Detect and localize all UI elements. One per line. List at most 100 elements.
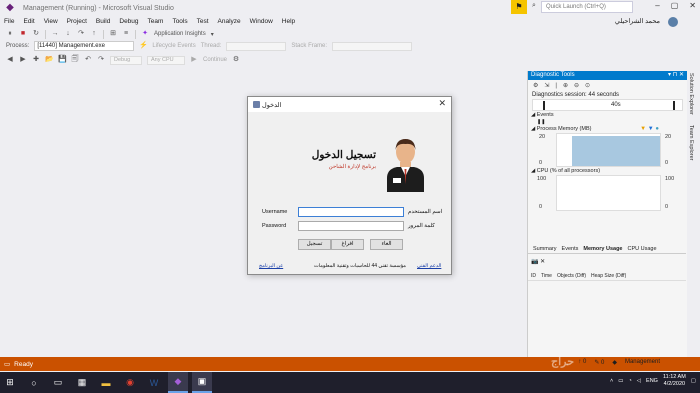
application-insights-button[interactable]: Application Insights bbox=[154, 31, 206, 37]
menu-edit[interactable]: Edit bbox=[23, 18, 34, 25]
threads-icon[interactable]: ≡ bbox=[122, 30, 130, 38]
column-id[interactable]: ID bbox=[531, 272, 536, 280]
browser-link-icon[interactable]: ⚙ bbox=[232, 56, 240, 64]
column-heap-size[interactable]: Heap Size (Diff) bbox=[591, 272, 626, 280]
edit-icon[interactable]: ✎ 0 bbox=[594, 359, 604, 366]
back-icon[interactable]: ◀ bbox=[6, 56, 14, 64]
notifications-icon[interactable]: ▢ bbox=[691, 378, 696, 384]
menu-test[interactable]: Test bbox=[197, 18, 209, 25]
take-snapshot-icon[interactable]: 📷 bbox=[531, 259, 538, 265]
delete-icon[interactable]: ✕ bbox=[540, 259, 545, 265]
collapse-icon[interactable]: ◢ bbox=[531, 112, 535, 118]
chrome-icon[interactable]: ◉ bbox=[120, 372, 140, 393]
tab-solution-explorer[interactable]: Solution Explorer bbox=[688, 73, 694, 115]
close-button[interactable]: ✕ bbox=[689, 1, 696, 10]
username-input[interactable] bbox=[298, 207, 404, 217]
tab-events[interactable]: Events bbox=[562, 244, 579, 253]
redo-icon[interactable]: ↷ bbox=[97, 56, 105, 64]
new-project-icon[interactable]: ✚ bbox=[32, 56, 40, 64]
menu-analyze[interactable]: Analyze bbox=[218, 18, 241, 25]
notifications-flag-icon[interactable]: ⚑ bbox=[511, 0, 527, 14]
lifecycle-events-dropdown[interactable]: Lifecycle Events bbox=[152, 43, 195, 49]
undo-icon[interactable]: ↶ bbox=[84, 56, 92, 64]
process-dropdown[interactable]: [11440] Management.exe bbox=[34, 41, 135, 51]
management-app-icon[interactable]: ▣ bbox=[192, 372, 212, 393]
cancel-button[interactable]: الغاء bbox=[370, 239, 403, 250]
continue-icon[interactable]: ▶ bbox=[190, 56, 198, 64]
chevron-down-icon[interactable]: ▾ bbox=[211, 31, 214, 38]
user-name[interactable]: محمد الشراحيلي bbox=[615, 17, 660, 25]
settings-icon[interactable]: ⚙ bbox=[533, 82, 538, 89]
platform-dropdown[interactable]: Any CPU bbox=[147, 55, 185, 65]
up-arrow-icon[interactable]: ↑ 0 bbox=[578, 359, 586, 366]
user-avatar[interactable] bbox=[668, 17, 678, 27]
save-all-icon[interactable]: 🗐 bbox=[71, 56, 79, 64]
about-link[interactable]: عن البرنامج bbox=[259, 263, 283, 269]
start-button[interactable]: ⊞ bbox=[0, 372, 20, 393]
show-hidden-icons[interactable]: ˄ bbox=[610, 378, 613, 384]
input-language[interactable]: ENG bbox=[646, 378, 658, 384]
file-explorer-icon[interactable]: ▬ bbox=[96, 372, 116, 393]
step-over-icon[interactable]: ↷ bbox=[77, 30, 85, 38]
visual-studio-icon[interactable]: ◆ bbox=[168, 372, 188, 393]
clear-button[interactable]: افراغ bbox=[331, 239, 364, 250]
panel-controls[interactable]: ▾ ⊓ ✕ bbox=[668, 71, 684, 80]
collapse-icon[interactable]: ◢ bbox=[531, 126, 535, 132]
menu-build[interactable]: Build bbox=[96, 18, 110, 25]
word-icon[interactable]: W bbox=[144, 372, 164, 393]
column-time[interactable]: Time bbox=[541, 272, 552, 280]
timeline-start-marker[interactable] bbox=[543, 101, 545, 110]
open-file-icon[interactable]: 📂 bbox=[45, 56, 54, 64]
restart-icon[interactable]: ↻ bbox=[32, 30, 40, 38]
clock[interactable]: 11:12 AM 4/2/2020 bbox=[663, 374, 686, 388]
dialog-close-button[interactable]: ✕ bbox=[438, 98, 446, 109]
collapse-icon[interactable]: ◢ bbox=[531, 168, 535, 174]
menu-debug[interactable]: Debug bbox=[119, 18, 138, 25]
task-view-icon[interactable]: ▭ bbox=[48, 372, 68, 393]
tab-team-explorer[interactable]: Team Explorer bbox=[688, 125, 694, 160]
zoom-in-icon[interactable]: ⊕ bbox=[563, 82, 568, 89]
timeline-end-marker[interactable] bbox=[673, 101, 675, 110]
export-icon[interactable]: ⇲ bbox=[544, 82, 549, 89]
menu-team[interactable]: Team bbox=[148, 18, 164, 25]
select-tools-icon[interactable]: | bbox=[555, 83, 557, 89]
show-next-statement-icon[interactable]: → bbox=[51, 30, 59, 38]
tab-cpu-usage[interactable]: CPU Usage bbox=[628, 244, 657, 253]
network-icon[interactable]: ◔ bbox=[628, 378, 631, 384]
column-objects[interactable]: Objects (Diff) bbox=[557, 272, 586, 280]
menu-project[interactable]: Project bbox=[67, 18, 87, 25]
session-timeline[interactable]: 40s bbox=[532, 99, 683, 111]
menu-view[interactable]: View bbox=[44, 18, 58, 25]
hex-icon[interactable]: ⊞ bbox=[109, 30, 117, 38]
menu-tools[interactable]: Tools bbox=[172, 18, 187, 25]
menu-window[interactable]: Window bbox=[250, 18, 273, 25]
reset-zoom-icon[interactable]: ⊙ bbox=[585, 82, 590, 89]
zoom-out-icon[interactable]: ⊖ bbox=[574, 82, 579, 89]
stack-frame-dropdown[interactable] bbox=[332, 41, 413, 51]
quick-launch-input[interactable]: Quick Launch (Ctrl+Q) bbox=[541, 1, 633, 13]
configuration-dropdown[interactable]: Debug bbox=[110, 55, 142, 65]
support-link[interactable]: الدعم الفني bbox=[417, 263, 441, 269]
tab-summary[interactable]: Summary bbox=[533, 244, 557, 253]
maximize-button[interactable]: ▢ bbox=[671, 1, 679, 10]
memory-section[interactable]: ◢ Process Memory (MB) ▼ ▼ ● bbox=[528, 125, 687, 133]
thread-dropdown[interactable] bbox=[226, 41, 287, 51]
save-icon[interactable]: 💾 bbox=[58, 56, 67, 64]
lifecycle-events-icon[interactable]: ⚡ bbox=[139, 42, 148, 50]
step-into-icon[interactable]: ↓ bbox=[64, 30, 72, 38]
forward-icon[interactable]: ▶ bbox=[19, 56, 27, 64]
project-name[interactable]: Management bbox=[625, 359, 660, 366]
search-icon[interactable]: ○ bbox=[24, 372, 44, 393]
volume-icon[interactable]: ◁ bbox=[637, 378, 641, 384]
stop-debugging-icon[interactable]: ■ bbox=[19, 30, 27, 38]
step-out-icon[interactable]: ↑ bbox=[90, 30, 98, 38]
menu-file[interactable]: File bbox=[4, 18, 14, 25]
tab-memory-usage[interactable]: Memory Usage bbox=[583, 244, 622, 253]
minimize-button[interactable]: – bbox=[655, 1, 659, 10]
login-button[interactable]: تسجيل bbox=[298, 239, 331, 250]
calculator-icon[interactable]: ▦ bbox=[72, 372, 92, 393]
battery-icon[interactable]: ▭ bbox=[618, 378, 623, 384]
continue-button[interactable]: Continue bbox=[203, 57, 227, 63]
break-all-icon[interactable]: ⏸ bbox=[6, 30, 14, 38]
cpu-section[interactable]: ◢ CPU (% of all processors) bbox=[528, 167, 687, 175]
